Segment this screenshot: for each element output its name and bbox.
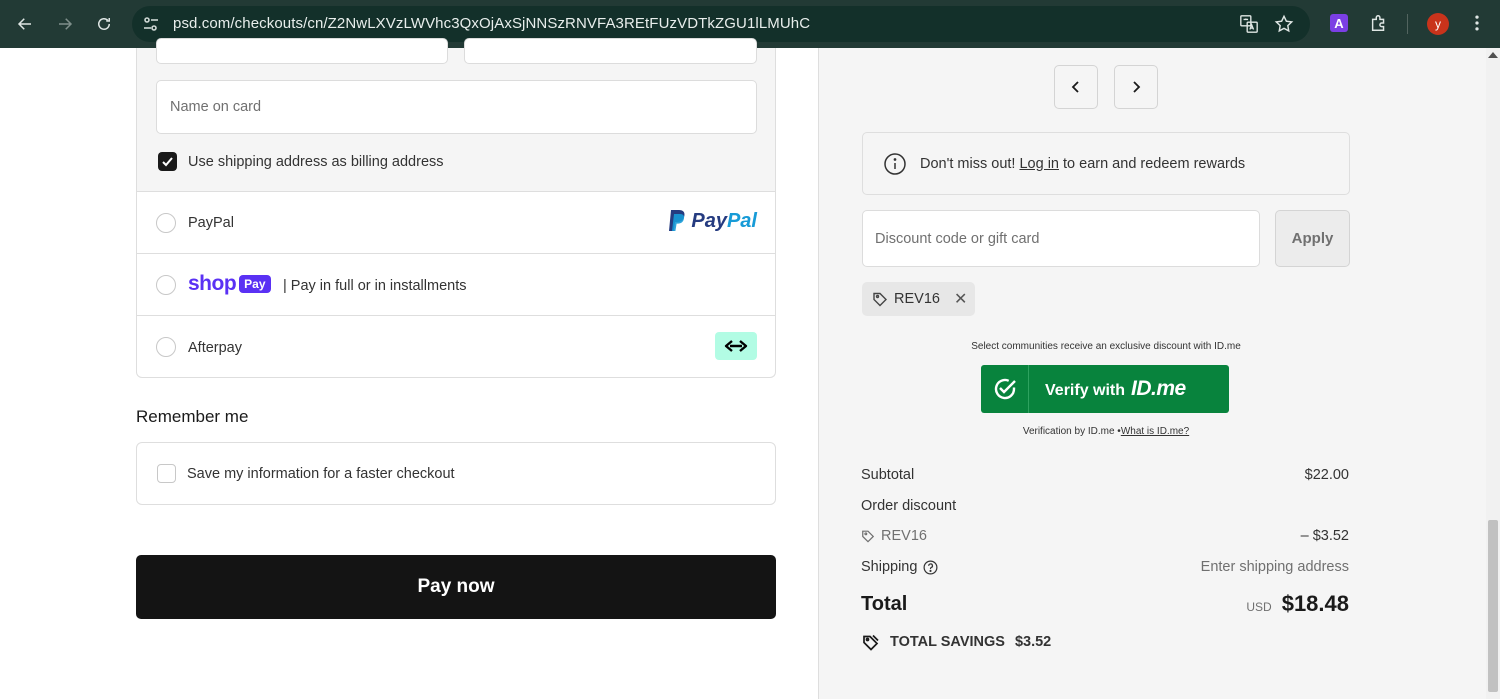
idme-brand-logo: ID.me bbox=[1131, 377, 1186, 400]
afterpay-label: Afterpay bbox=[188, 340, 242, 356]
name-on-card-placeholder: Name on card bbox=[170, 99, 262, 115]
payment-methods: Name on card Use shipping address as bil… bbox=[136, 38, 776, 378]
back-icon[interactable] bbox=[13, 12, 37, 36]
previous-item-button[interactable] bbox=[1054, 65, 1098, 109]
paypal-logo-pal: Pal bbox=[726, 209, 757, 232]
payment-option-paypal[interactable]: PayPal PayPal bbox=[137, 192, 775, 254]
remove-discount-icon[interactable]: ✕ bbox=[954, 289, 967, 309]
tag-icon bbox=[862, 530, 875, 543]
discount-code-placeholder: Discount code or gift card bbox=[875, 231, 1040, 247]
extensions-puzzle-icon[interactable] bbox=[1368, 12, 1390, 34]
pay-now-button[interactable]: Pay now bbox=[136, 555, 776, 619]
save-info-label: Save my information for a faster checkou… bbox=[187, 466, 455, 482]
payment-option-afterpay[interactable]: Afterpay bbox=[137, 316, 775, 378]
subtotal-label: Subtotal bbox=[861, 467, 915, 483]
expiry-field[interactable] bbox=[464, 38, 757, 64]
next-item-button[interactable] bbox=[1114, 65, 1158, 109]
total-amount: $18.48 bbox=[1281, 591, 1349, 616]
total-label: Total bbox=[861, 593, 908, 615]
url-text: psd.com/checkouts/cn/Z2NwLXVzLWVhc3QxOjA… bbox=[173, 15, 811, 32]
toolbar-divider bbox=[1407, 14, 1408, 34]
address-bar[interactable]: psd.com/checkouts/cn/Z2NwLXVzLWVhc3QxOjA… bbox=[132, 6, 1310, 42]
shoppay-label: | Pay in full or in installments bbox=[283, 278, 467, 294]
afterpay-logo-icon bbox=[715, 332, 757, 360]
browser-menu-icon[interactable] bbox=[1466, 12, 1488, 34]
shoppay-radio[interactable] bbox=[156, 275, 176, 295]
card-fields-section: Name on card Use shipping address as bil… bbox=[137, 38, 775, 192]
applied-discount-code: REV16 bbox=[894, 291, 940, 307]
shop-logo-word: shop bbox=[188, 272, 237, 295]
billing-address-checkbox[interactable] bbox=[158, 152, 177, 171]
discount-value: – $3.52 bbox=[1300, 528, 1349, 544]
total-value: USD $18.48 bbox=[1246, 591, 1349, 617]
discount-code-input[interactable]: Discount code or gift card bbox=[862, 210, 1260, 267]
scroll-up-arrow-icon[interactable] bbox=[1488, 52, 1498, 58]
applied-discount-chip: REV16 ✕ bbox=[862, 282, 975, 316]
apply-discount-button[interactable]: Apply bbox=[1275, 210, 1350, 267]
paypal-logo-pay: Pay bbox=[691, 209, 727, 232]
shipping-line: Shipping bbox=[861, 559, 938, 575]
extension-a-icon[interactable]: A bbox=[1330, 14, 1348, 32]
idme-note: Select communities receive an exclusive … bbox=[971, 341, 1241, 352]
reload-icon[interactable] bbox=[92, 12, 116, 36]
paypal-label: PayPal bbox=[188, 215, 234, 231]
paypal-logo: PayPal bbox=[667, 209, 757, 233]
security-code-field[interactable] bbox=[156, 38, 448, 64]
total-currency: USD bbox=[1246, 600, 1272, 614]
idme-button-label: Verify with bbox=[1045, 382, 1126, 399]
save-info-checkbox[interactable] bbox=[157, 464, 176, 483]
help-icon[interactable] bbox=[923, 560, 938, 575]
remember-me-heading: Remember me bbox=[136, 407, 249, 426]
total-savings: TOTAL SAVINGS $3.52 bbox=[862, 633, 1051, 651]
rewards-banner: Don't miss out! Log in to earn and redee… bbox=[862, 132, 1350, 195]
profile-avatar[interactable]: y bbox=[1427, 13, 1449, 35]
paypal-radio[interactable] bbox=[156, 213, 176, 233]
order-discount-label: Order discount bbox=[861, 498, 957, 514]
chevron-right-icon bbox=[1133, 81, 1141, 93]
billing-address-label: Use shipping address as billing address bbox=[188, 154, 444, 170]
chevron-left-icon bbox=[1071, 81, 1079, 93]
paypal-p-icon bbox=[669, 210, 685, 231]
tag-icon bbox=[873, 292, 887, 307]
payment-option-shoppay[interactable]: shop Pay | Pay in full or in installment… bbox=[137, 254, 775, 316]
subtotal-value: $22.00 bbox=[1304, 467, 1349, 483]
shop-pay-badge: Pay bbox=[239, 274, 271, 293]
verify-idme-button[interactable]: Verify with ID.me bbox=[981, 365, 1229, 413]
total-savings-amount: $3.52 bbox=[1014, 634, 1052, 650]
scroll-thumb[interactable] bbox=[1488, 520, 1498, 692]
page-scrollbar[interactable] bbox=[1486, 48, 1500, 699]
checkout-main: Name on card Use shipping address as bil… bbox=[0, 38, 818, 699]
order-summary: Don't miss out! Log in to earn and redee… bbox=[818, 48, 1500, 699]
site-settings-icon[interactable] bbox=[142, 15, 160, 33]
bookmark-star-icon[interactable] bbox=[1273, 13, 1295, 35]
afterpay-radio[interactable] bbox=[156, 337, 176, 357]
shoppay-logo: shop Pay bbox=[188, 273, 271, 294]
idme-check-icon bbox=[981, 365, 1029, 413]
what-is-idme-link[interactable]: What is ID.me? bbox=[1121, 426, 1189, 437]
rewards-text: Don't miss out! Log in to earn and redee… bbox=[920, 156, 1246, 172]
remember-me-box: Save my information for a faster checkou… bbox=[136, 442, 776, 505]
idme-footer: Verification by ID.me •What is ID.me? bbox=[1022, 426, 1190, 437]
translate-icon[interactable] bbox=[1238, 13, 1260, 35]
info-icon bbox=[884, 153, 906, 175]
name-on-card-field[interactable]: Name on card bbox=[156, 80, 757, 134]
forward-icon[interactable] bbox=[53, 12, 77, 36]
discount-code-line: REV16 bbox=[861, 528, 927, 544]
savings-tag-icon bbox=[863, 634, 879, 651]
total-savings-label: TOTAL SAVINGS bbox=[890, 634, 1005, 650]
login-link[interactable]: Log in bbox=[1019, 156, 1059, 172]
shipping-value: Enter shipping address bbox=[1200, 559, 1349, 575]
